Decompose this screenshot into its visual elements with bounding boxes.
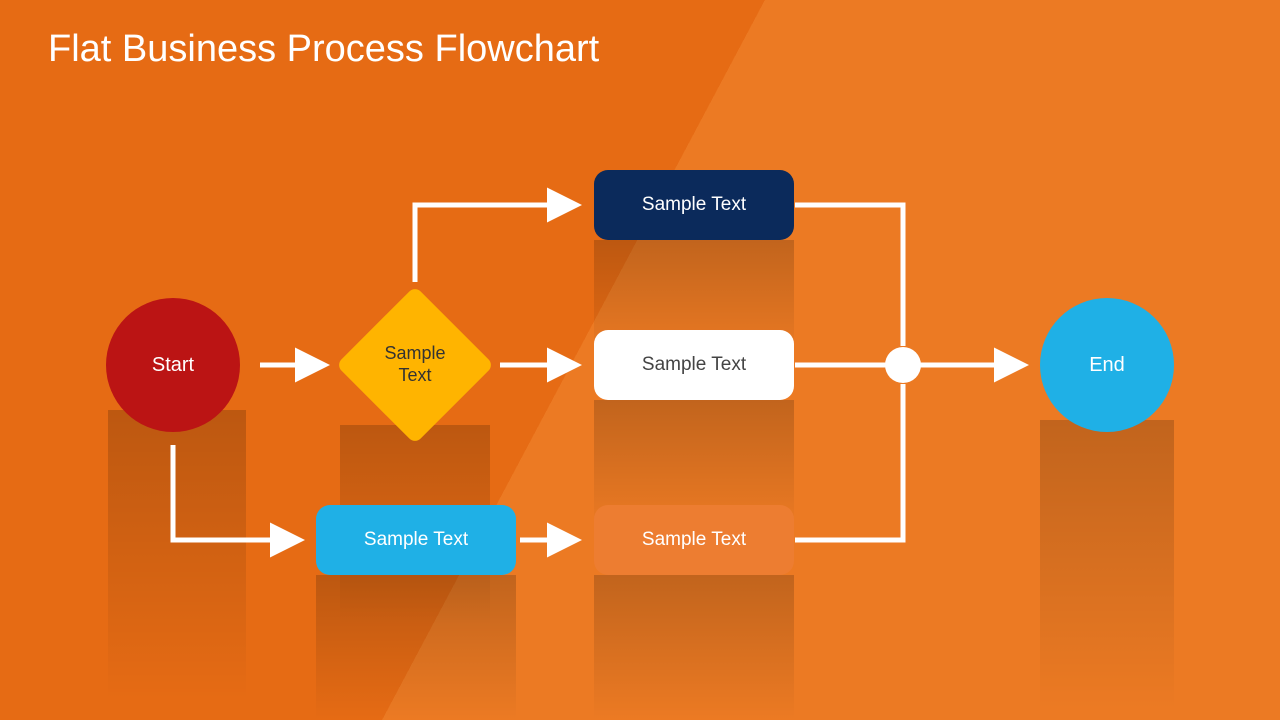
- process-bottom-right: Sample Text: [594, 505, 794, 575]
- end-node: End: [1040, 298, 1174, 432]
- process-bottom-left-label: Sample Text: [364, 529, 468, 551]
- decision-label: Sample Text: [335, 285, 495, 445]
- decision-node: Sample Text: [335, 285, 495, 445]
- process-top: Sample Text: [594, 170, 794, 240]
- end-label: End: [1089, 354, 1125, 377]
- process-top-label: Sample Text: [642, 194, 746, 216]
- start-node: Start: [106, 298, 240, 432]
- merge-node: [885, 347, 921, 383]
- process-middle: Sample Text: [594, 330, 794, 400]
- process-middle-label: Sample Text: [642, 354, 746, 376]
- start-label: Start: [152, 354, 194, 377]
- process-bottom-left: Sample Text: [316, 505, 516, 575]
- process-bottom-right-label: Sample Text: [642, 529, 746, 551]
